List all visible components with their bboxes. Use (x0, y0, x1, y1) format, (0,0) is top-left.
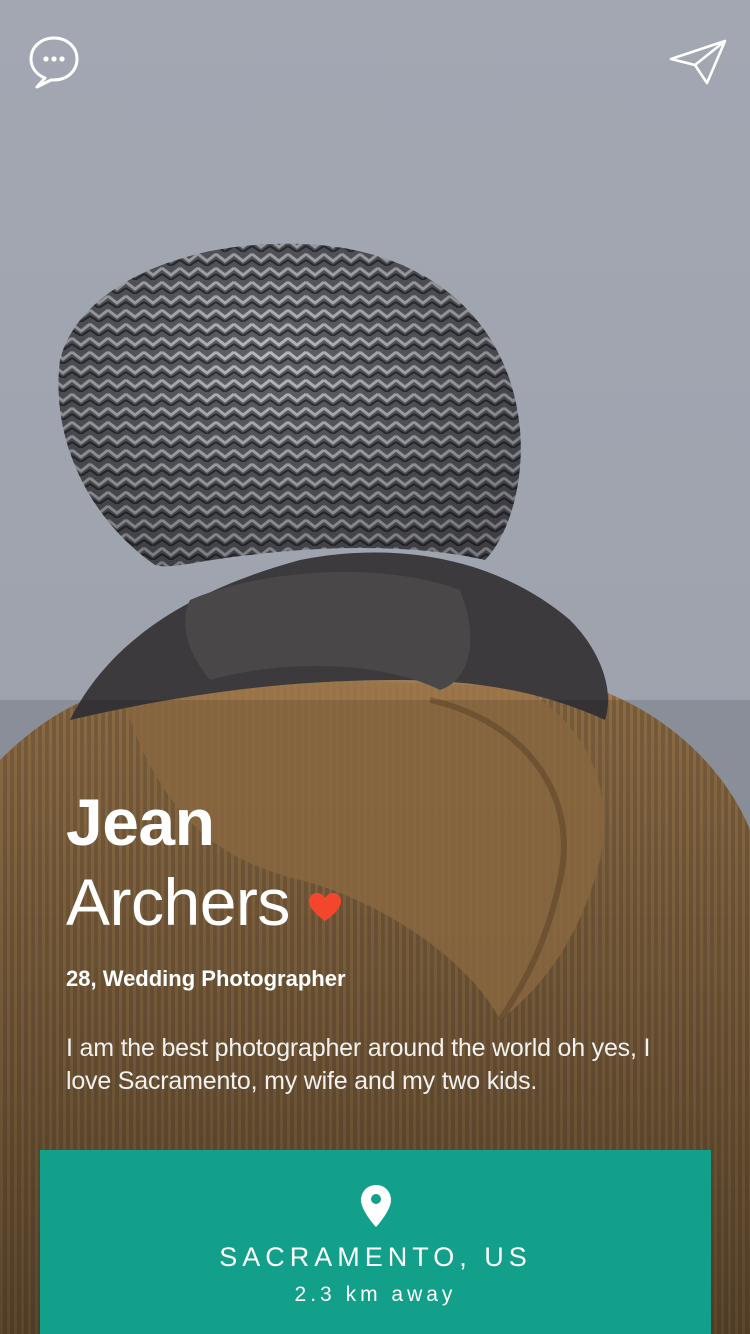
profile-bio: I am the best photographer around the wo… (66, 1034, 651, 1095)
profile-first-name: Jean (66, 785, 215, 859)
location-distance: 2.3 km away (294, 1283, 457, 1306)
paper-plane-icon (669, 39, 727, 85)
profile-last-name-row: Archers (66, 862, 706, 942)
location-pin-icon (360, 1185, 391, 1227)
profile-screen: Jean Archers 28, Wedding Photographer I … (0, 0, 750, 1334)
profile-subtitle: 28, Wedding Photographer (66, 966, 346, 991)
profile-info: Jean Archers 28, Wedding Photographer I … (66, 782, 706, 1098)
heart-icon[interactable] (308, 892, 342, 922)
location-city: SACRAMENTO, US (219, 1242, 532, 1272)
location-panel[interactable]: SACRAMENTO, US 2.3 km away (40, 1150, 711, 1334)
send-message-button[interactable] (668, 32, 728, 92)
profile-last-name: Archers (66, 865, 290, 939)
messages-button[interactable] (24, 32, 84, 92)
chat-bubble-ellipsis-icon (29, 36, 79, 89)
profile-photo (0, 0, 750, 1334)
